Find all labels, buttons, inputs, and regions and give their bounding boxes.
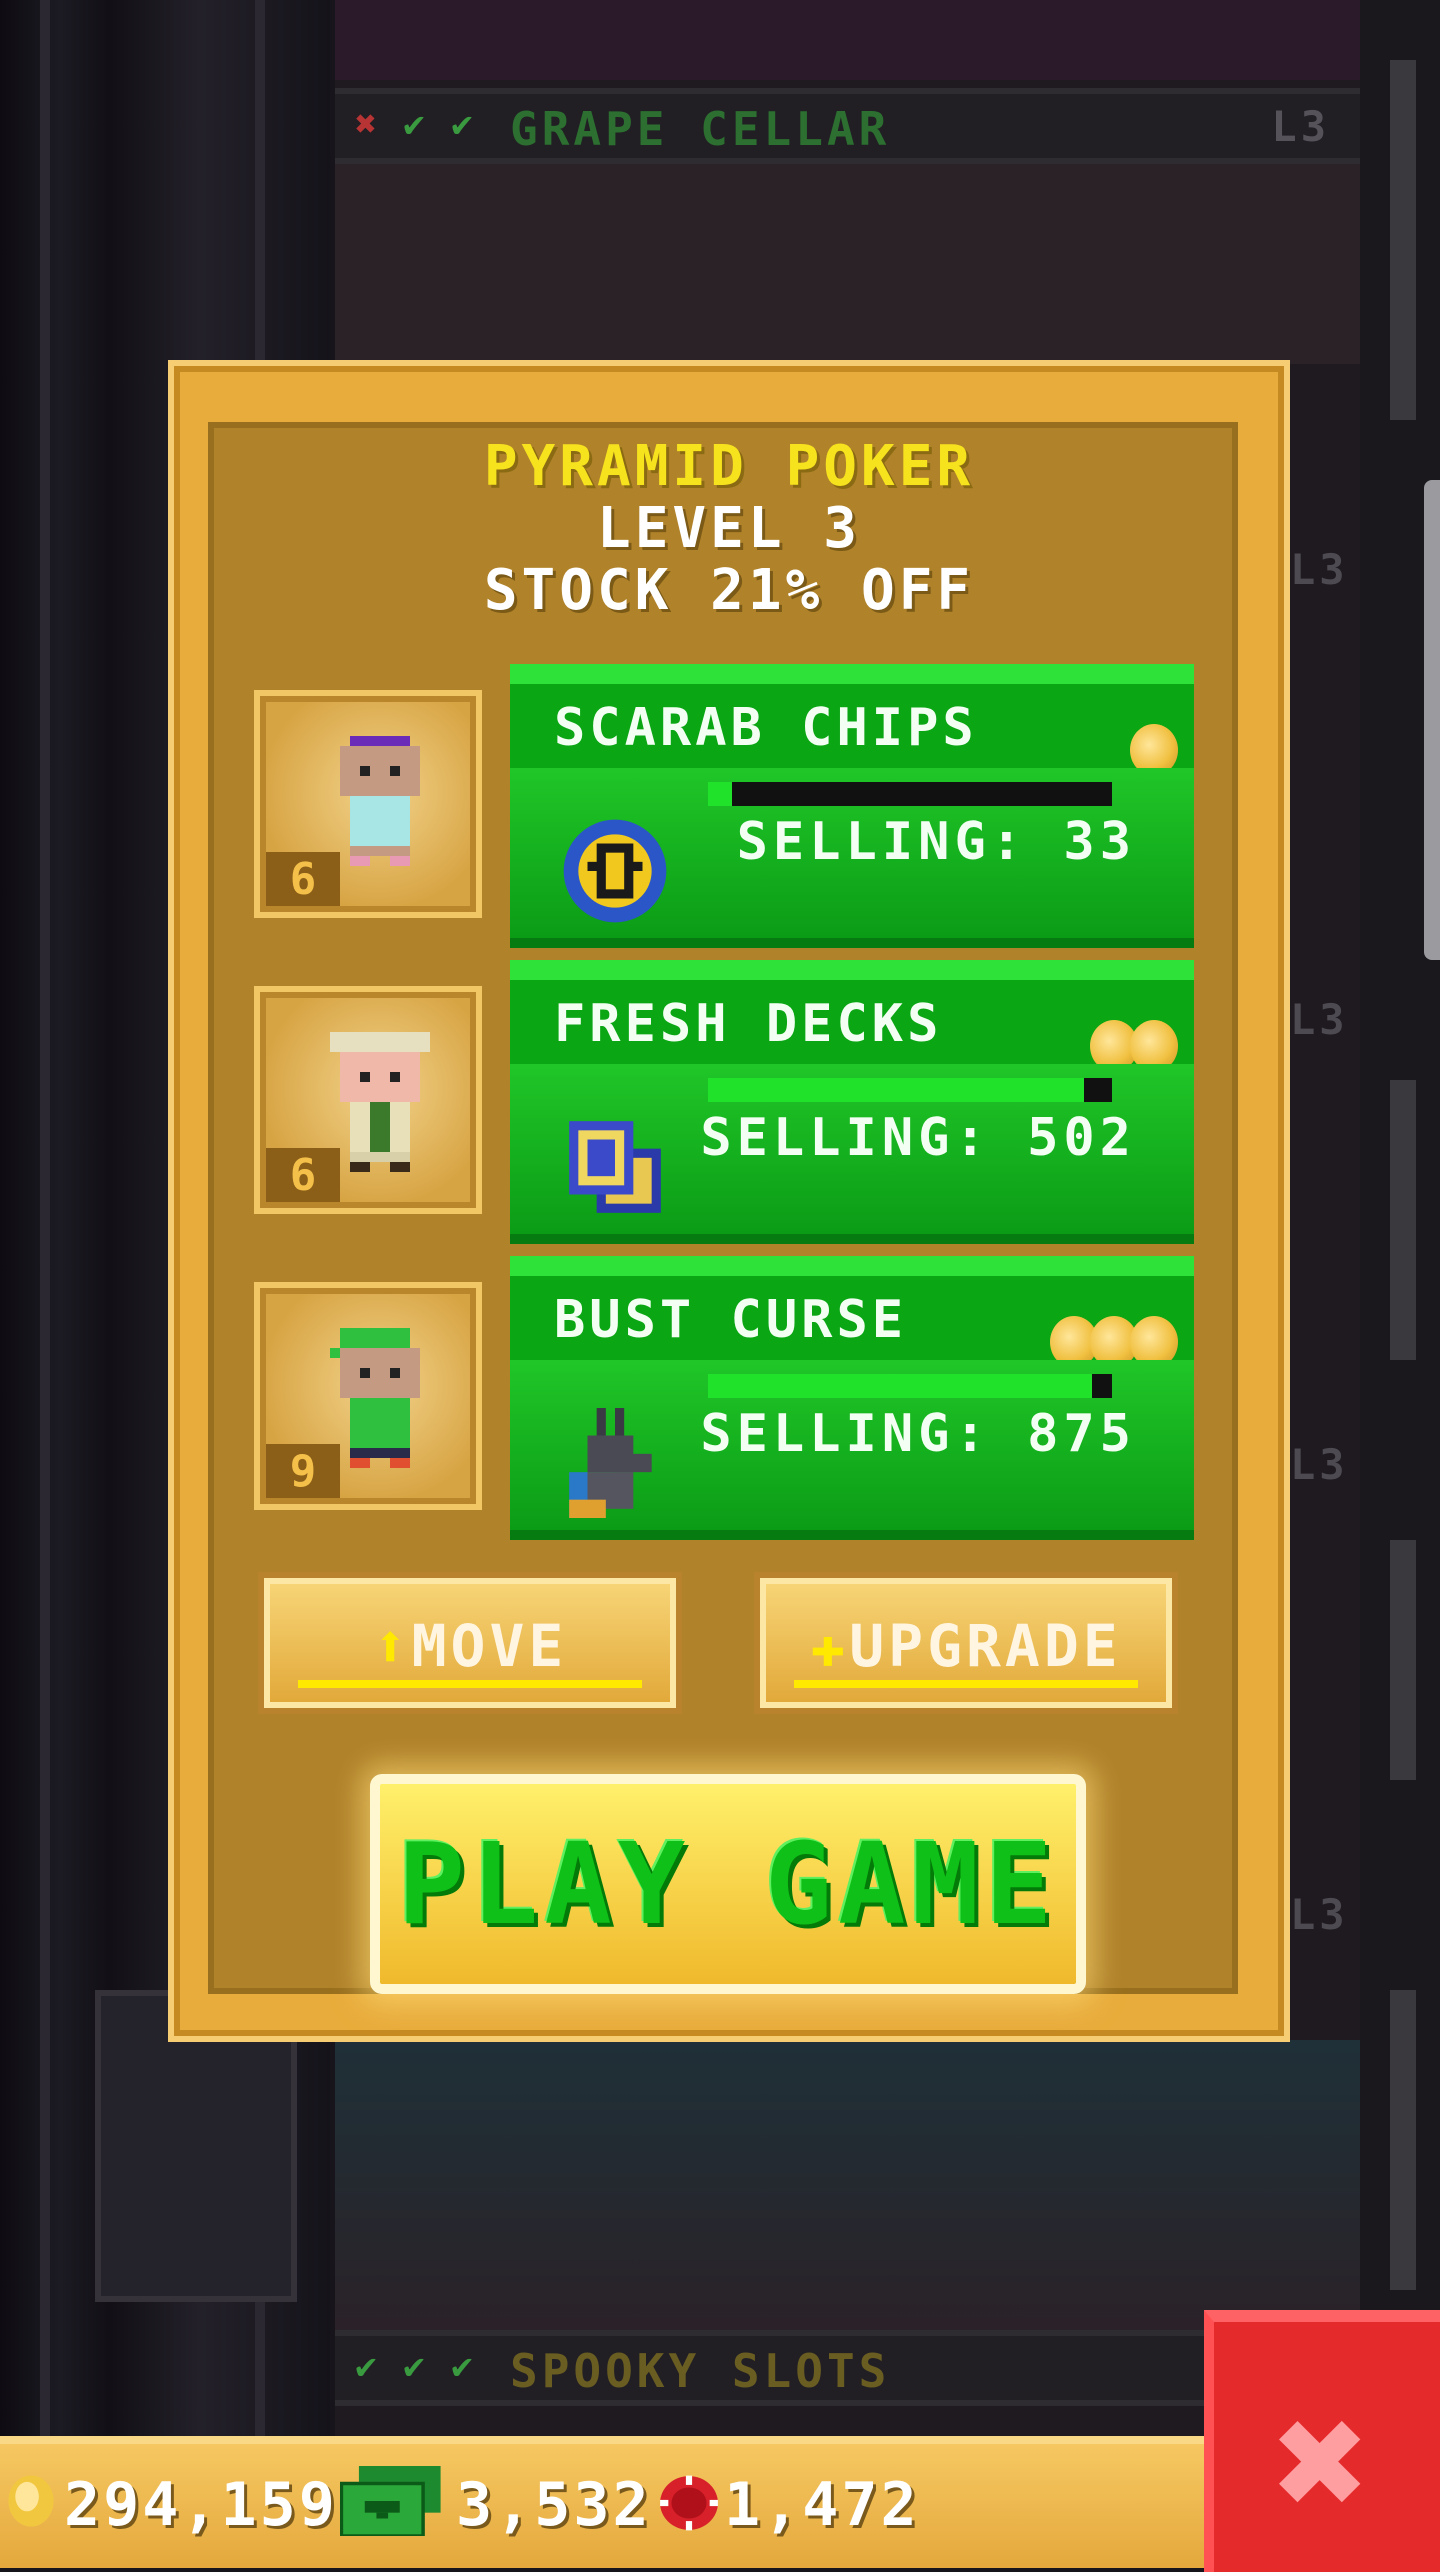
- stock-bar-fill: [708, 782, 733, 806]
- worker-slot[interactable]: 6: [254, 690, 482, 918]
- floor-level: L3: [1271, 102, 1330, 151]
- stock-bar-fill: [708, 1374, 1092, 1398]
- product-row: 6 FRESH DECKS SELLING: 502: [244, 952, 1204, 1244]
- coin-count: 294,159: [64, 2470, 338, 2540]
- check-icon: ✔: [451, 2346, 473, 2387]
- upgrade-button[interactable]: ✚UPGRADE: [760, 1578, 1172, 1708]
- anubis-bust-icon: [569, 1408, 652, 1518]
- stock-bar: [708, 782, 1112, 806]
- play-game-button[interactable]: PLAY GAME: [370, 1774, 1086, 1994]
- bux-count: 3,532: [456, 2470, 652, 2540]
- worker-level-badge: 9: [266, 1444, 340, 1498]
- window-slot: [1390, 1080, 1416, 1360]
- floor-name: SPOOKY SLOTS: [510, 2344, 891, 2398]
- tower-bux-icon: [340, 2466, 441, 2536]
- product-card-scarab-chips[interactable]: SCARAB CHIPS SELLING: 33: [510, 664, 1194, 948]
- plus-icon: ✚: [810, 1612, 850, 1680]
- window-slot: [1390, 1990, 1416, 2290]
- move-label: MOVE: [411, 1612, 568, 1680]
- coin-icon: [8, 2475, 54, 2527]
- product-name: FRESH DECKS: [554, 994, 943, 1054]
- floor-top: [335, 0, 1360, 80]
- stock-bar-fill: [708, 1078, 1084, 1102]
- floor-level: L3: [1290, 1890, 1349, 1939]
- resource-bar: 294,159 3,532 1,472: [0, 2436, 1210, 2568]
- side-scroll-handle[interactable]: [1424, 480, 1440, 960]
- product-name: BUST CURSE: [554, 1290, 908, 1350]
- product-row: 6 SCARAB CHIPS SELLING: 33: [244, 656, 1204, 948]
- check-icon: ✔: [355, 2346, 377, 2387]
- chip-count: 1,472: [724, 2470, 920, 2540]
- window-slot: [1390, 1540, 1416, 1780]
- worker-level-badge: 6: [266, 1148, 340, 1202]
- selling-count: SELLING: 33: [736, 812, 1136, 872]
- selling-count: SELLING: 875: [700, 1404, 1136, 1464]
- check-icon: ✔: [451, 104, 473, 145]
- worker-avatar: [330, 1328, 420, 1468]
- product-name: SCARAB CHIPS: [554, 698, 978, 758]
- upgrade-label: UPGRADE: [849, 1612, 1122, 1680]
- product-row: 9 BUST CURSE SELLING: 875: [244, 1248, 1204, 1540]
- check-icon: ✔: [403, 2346, 425, 2387]
- fail-icon: ✖: [355, 104, 377, 145]
- stock-bar: [708, 1078, 1112, 1102]
- move-button[interactable]: ⬆MOVE: [264, 1578, 676, 1708]
- worker-slot[interactable]: 9: [254, 1282, 482, 1510]
- scarab-chip-icon: [563, 819, 667, 923]
- shaft-rail: [40, 0, 50, 2440]
- floor-lower: [335, 2040, 1360, 2330]
- play-game-label: PLAY GAME: [397, 1820, 1059, 1950]
- floor-level: L3: [1290, 995, 1349, 1044]
- floor-level: L3: [1290, 1440, 1349, 1489]
- arrow-up-icon: ⬆: [372, 1612, 412, 1680]
- poker-chip-icon: [660, 2475, 718, 2531]
- floor-grape-cellar: [335, 164, 1360, 364]
- stock-bar: [708, 1374, 1112, 1398]
- floor-level-text: LEVEL 3: [596, 496, 861, 561]
- card-deck-icon: [569, 1121, 661, 1213]
- floor-bar-grape-cellar[interactable]: ✖ ✔ ✔ GRAPE CELLAR L3: [335, 88, 1360, 164]
- close-icon: ✖: [1274, 2368, 1371, 2555]
- worker-avatar: [340, 736, 420, 866]
- right-column: [1360, 0, 1440, 2440]
- floor-level: L3: [1290, 545, 1349, 594]
- worker-level-badge: 6: [266, 852, 340, 906]
- window-slot: [1390, 60, 1416, 420]
- selling-count: SELLING: 502: [700, 1108, 1136, 1168]
- floor-title: PYRAMID POKER: [483, 434, 975, 499]
- product-card-bust-curse[interactable]: BUST CURSE SELLING: 875: [510, 1256, 1194, 1540]
- product-card-fresh-decks[interactable]: FRESH DECKS SELLING: 502: [510, 960, 1194, 1244]
- worker-avatar: [330, 1032, 430, 1172]
- stock-discount-text: STOCK 21% OFF: [483, 558, 975, 623]
- check-icon: ✔: [403, 104, 425, 145]
- floor-info-dialog: PYRAMID POKER LEVEL 3 STOCK 21% OFF 6 SC…: [168, 360, 1290, 2042]
- floor-name: GRAPE CELLAR: [510, 102, 891, 156]
- close-button[interactable]: ✖: [1204, 2310, 1440, 2572]
- worker-slot[interactable]: 6: [254, 986, 482, 1214]
